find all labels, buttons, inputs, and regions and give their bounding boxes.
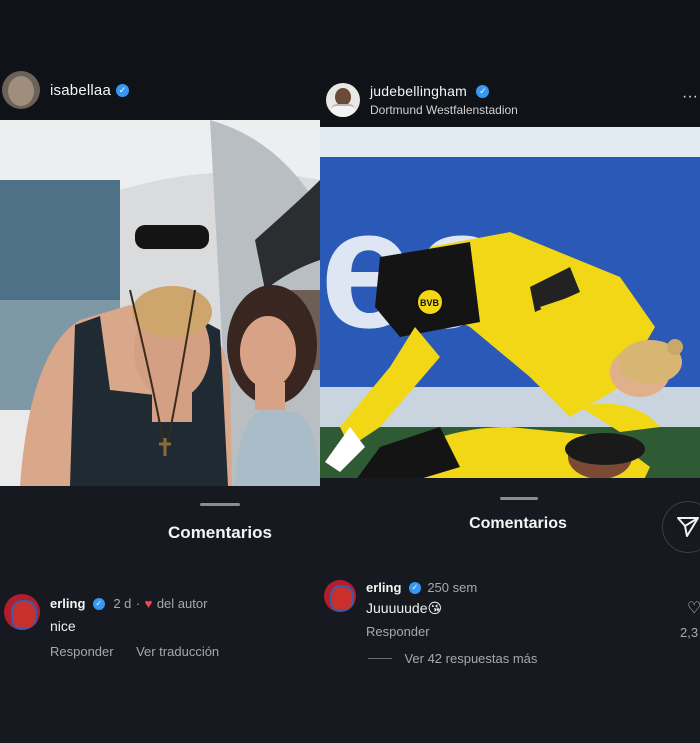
comment-text: Juuuuude😘 [366, 600, 443, 616]
sheet-drag-handle[interactable] [200, 503, 240, 506]
avatar[interactable] [2, 71, 40, 109]
comments-sheet: Comentarios erling ✓ 250 sem Juuuuude😘 R… [320, 478, 700, 743]
translate-button[interactable]: Ver traducción [136, 644, 219, 659]
left-post-panel: isabellaa ✓ Comentarios erling ✓ 2 d · ♥… [0, 0, 320, 743]
avatar[interactable] [4, 594, 40, 630]
comment-item: erling ✓ 250 sem Juuuuude😘 Responder Ver… [320, 578, 700, 668]
avatar[interactable] [326, 83, 360, 117]
right-post-header: judebellingham ✓ Dortmund Westfalenstadi… [320, 80, 700, 120]
comment-username[interactable]: erling [366, 580, 401, 595]
view-replies-button[interactable]: Ver 42 respuestas más [404, 651, 537, 666]
liked-by-author-label: del autor [156, 596, 208, 611]
avatar[interactable] [324, 580, 356, 612]
replies-divider [368, 658, 392, 660]
separator-dot: · [135, 596, 141, 611]
comments-title: Comentarios [469, 515, 567, 532]
comment-like-count: 2,3 [680, 625, 699, 640]
reply-button[interactable]: Responder [50, 644, 114, 659]
more-options-icon[interactable]: ··· [682, 88, 698, 106]
comments-sheet: Comentarios erling ✓ 2 d · ♥ del autor n… [0, 486, 320, 743]
post-photo[interactable] [0, 120, 320, 486]
comment-item: erling ✓ 2 d · ♥ del autor nice Responde… [0, 594, 320, 674]
verified-badge-icon: ✓ [116, 83, 130, 97]
right-post-panel: judebellingham ✓ Dortmund Westfalenstadi… [320, 0, 700, 743]
share-button[interactable] [662, 501, 700, 553]
verified-badge-icon: ✓ [476, 85, 490, 99]
location-label[interactable]: Dortmund Westfalenstadion [370, 103, 518, 117]
sheet-drag-handle[interactable] [500, 497, 538, 500]
username-label[interactable]: judebellingham [370, 83, 467, 99]
comment-age: 250 sem [427, 580, 478, 595]
send-icon [677, 517, 699, 537]
reply-button[interactable]: Responder [366, 624, 430, 639]
club-crest-text: BVB [420, 298, 440, 308]
left-post-header: isabellaa ✓ [0, 70, 320, 110]
comment-age: 2 d [113, 596, 132, 611]
comments-title: Comentarios [168, 523, 272, 542]
username-label[interactable]: isabellaa [50, 82, 111, 99]
heart-outline-icon[interactable]: ♡ [687, 598, 700, 618]
comment-text: nice [50, 618, 76, 634]
post-photo[interactable]: ea BVB [320, 127, 700, 488]
verified-badge-icon: ✓ [92, 597, 105, 610]
comment-username[interactable]: erling [50, 596, 85, 611]
heart-icon: ♥ [144, 596, 153, 611]
verified-badge-icon: ✓ [408, 581, 421, 594]
